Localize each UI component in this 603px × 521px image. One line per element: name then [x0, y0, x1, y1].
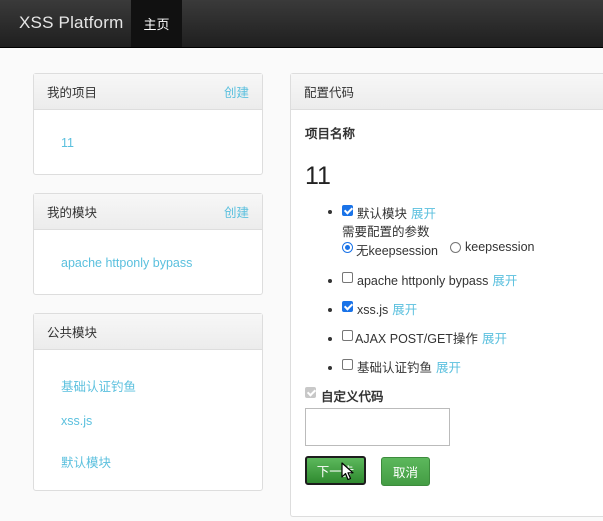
custom-code-label: 自定义代码	[321, 390, 384, 404]
module-link[interactable]: apache httponly bypass	[61, 256, 192, 270]
apache-httponly-option: apache httponly bypass 展开	[357, 270, 517, 289]
xssjs-expand-link[interactable]: 展开	[392, 303, 417, 317]
my-modules-title: 我的模块	[47, 206, 98, 220]
next-step-button[interactable]: 下一步	[305, 456, 366, 485]
project-name-label: 项目名称	[305, 127, 356, 141]
apache-httponly-checkbox[interactable]	[342, 272, 353, 283]
keepsession-radio[interactable]	[450, 242, 461, 253]
ajax-label: AJAX POST/GET操作	[355, 332, 478, 346]
project-link[interactable]: 11	[61, 136, 74, 150]
list-bullet	[328, 366, 332, 370]
basic-auth-phishing-expand-link[interactable]: 展开	[436, 361, 461, 375]
public-module-link[interactable]: xss.js	[61, 414, 92, 428]
keepsession-label: keepsession	[465, 240, 535, 254]
ajax-option: AJAX POST/GET操作 展开	[355, 328, 507, 347]
project-name-value: 11	[305, 162, 331, 190]
public-module-link[interactable]: 基础认证钓鱼	[61, 376, 136, 395]
my-projects-panel: 我的项目 创建 11	[33, 73, 263, 175]
custom-code-textarea[interactable]	[305, 408, 450, 446]
config-code-panel: 配置代码 项目名称 11 默认模块 展开 需要配置的参数 无keepsession…	[290, 73, 603, 517]
my-projects-title: 我的项目	[47, 86, 98, 100]
config-code-heading: 配置代码	[291, 74, 603, 110]
basic-auth-phishing-checkbox[interactable]	[342, 359, 353, 370]
list-bullet	[328, 210, 332, 214]
list-bullet	[328, 308, 332, 312]
public-modules-title: 公共模块	[47, 326, 98, 340]
public-modules-heading: 公共模块	[34, 314, 262, 350]
list-bullet	[328, 279, 332, 283]
no-keepsession-label: 无keepsession	[356, 244, 438, 258]
my-projects-heading: 我的项目 创建	[34, 74, 262, 110]
public-module-link[interactable]: 默认模块	[61, 452, 111, 471]
ajax-checkbox[interactable]	[342, 330, 353, 341]
xssjs-label: xss.js	[357, 303, 389, 317]
default-module-checkbox[interactable]	[342, 205, 353, 216]
create-project-link[interactable]: 创建	[224, 82, 249, 101]
apache-httponly-label: apache httponly bypass	[357, 274, 489, 288]
create-module-link[interactable]: 创建	[224, 202, 249, 221]
mouse-cursor-icon	[341, 462, 354, 481]
my-modules-panel: 我的模块 创建 apache httponly bypass	[33, 193, 263, 295]
config-code-title: 配置代码	[304, 86, 355, 100]
default-module-label: 默认模块	[357, 207, 408, 221]
public-modules-panel: 公共模块 基础认证钓鱼 xss.js 默认模块	[33, 313, 263, 491]
nav-home-tab[interactable]: 主页	[131, 0, 182, 47]
apache-httponly-expand-link[interactable]: 展开	[492, 274, 517, 288]
my-modules-heading: 我的模块 创建	[34, 194, 262, 230]
list-bullet	[328, 337, 332, 341]
basic-auth-phishing-label: 基础认证钓鱼	[357, 361, 433, 375]
basic-auth-phishing-option: 基础认证钓鱼 展开	[357, 357, 461, 376]
brand-logo[interactable]: XSS Platform	[19, 13, 123, 33]
ajax-expand-link[interactable]: 展开	[482, 332, 507, 346]
xssjs-option: xss.js 展开	[357, 299, 417, 318]
custom-code-checkbox	[305, 387, 316, 398]
xssjs-checkbox[interactable]	[342, 301, 353, 312]
params-label: 需要配置的参数	[342, 225, 430, 239]
default-module-expand-link[interactable]: 展开	[411, 207, 436, 221]
default-module-option: 默认模块 展开	[357, 203, 436, 222]
top-navbar: XSS Platform 主页	[0, 0, 603, 48]
no-keepsession-radio[interactable]	[342, 242, 353, 253]
cancel-button[interactable]: 取消	[381, 457, 430, 486]
